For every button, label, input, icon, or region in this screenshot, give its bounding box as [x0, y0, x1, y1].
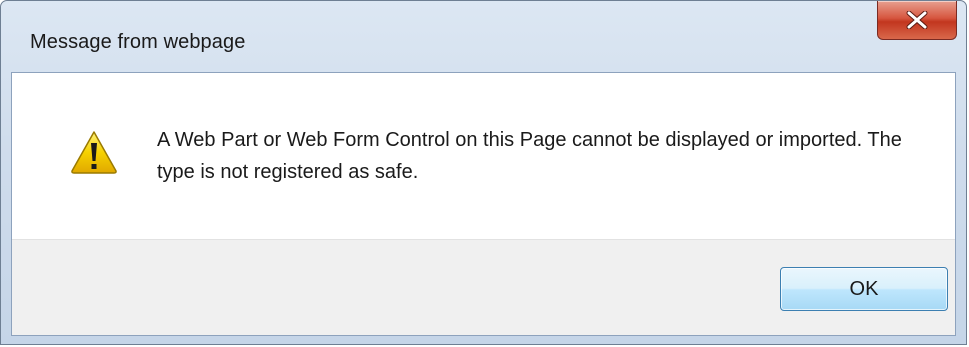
close-icon — [906, 11, 928, 29]
message-text: A Web Part or Web Form Control on this P… — [157, 129, 902, 183]
message-dialog: Message from webpage A Web Part or Web F… — [0, 0, 967, 345]
message-area: A Web Part or Web Form Control on this P… — [12, 73, 955, 239]
button-bar: OK — [12, 239, 955, 335]
dialog-body: A Web Part or Web Form Control on this P… — [11, 72, 956, 336]
ok-button[interactable]: OK — [780, 267, 948, 311]
close-button[interactable] — [877, 1, 957, 40]
dialog-title: Message from webpage — [30, 31, 246, 53]
title-bar[interactable]: Message from webpage — [1, 1, 966, 81]
warning-icon — [71, 131, 117, 174]
